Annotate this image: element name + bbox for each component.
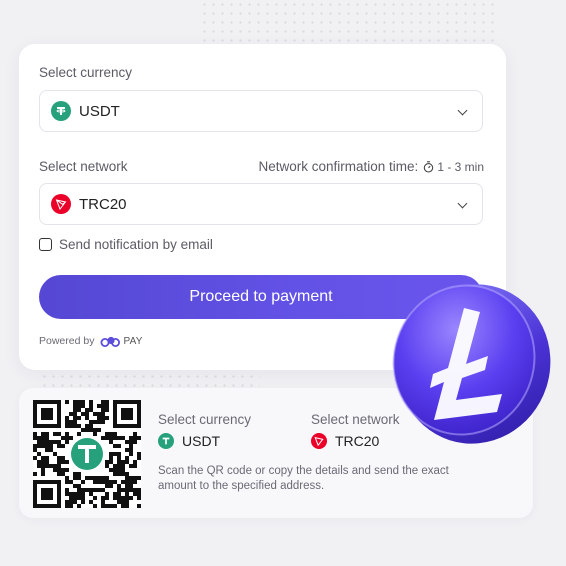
powered-by-label: Powered by bbox=[39, 335, 95, 347]
network-select[interactable]: TRC20 bbox=[39, 183, 483, 225]
cloud-logo-icon bbox=[100, 336, 121, 347]
notify-checkbox[interactable] bbox=[39, 238, 52, 251]
tron-icon bbox=[311, 433, 327, 449]
usdt-icon bbox=[51, 101, 71, 121]
pay-brand: PAY bbox=[123, 335, 143, 347]
litecoin-coin-icon bbox=[392, 284, 551, 444]
network-value: TRC20 bbox=[79, 195, 127, 213]
details-network-value: TRC20 bbox=[335, 433, 380, 449]
powered-by: Powered by PAY bbox=[39, 335, 143, 347]
chevron-down-icon bbox=[457, 198, 468, 209]
notify-label: Send notification by email bbox=[59, 237, 213, 252]
instructions-text: Scan the QR code or copy the details and… bbox=[158, 465, 449, 492]
confirmation-label: Network confirmation time: bbox=[258, 159, 419, 174]
dot-pattern bbox=[200, 0, 500, 50]
details-currency-label: Select currency bbox=[158, 412, 252, 427]
details-currency-value: USDT bbox=[182, 433, 221, 449]
tron-icon bbox=[51, 194, 71, 214]
notify-option[interactable]: Send notification by email bbox=[39, 237, 213, 252]
confirmation-time-value: 1 - 3 min bbox=[437, 159, 484, 174]
network-label: Select network bbox=[39, 159, 128, 174]
currency-label: Select currency bbox=[39, 65, 133, 80]
currency-select[interactable]: USDT bbox=[39, 90, 483, 132]
timer-icon bbox=[423, 160, 434, 173]
details-currency: USDT bbox=[158, 433, 220, 449]
details-network: TRC20 bbox=[311, 433, 379, 449]
qr-code bbox=[33, 400, 141, 508]
currency-value: USDT bbox=[79, 102, 120, 120]
confirmation-time: Network confirmation time: 1 - 3 min bbox=[259, 159, 485, 174]
usdt-icon bbox=[158, 433, 174, 449]
chevron-down-icon bbox=[457, 105, 468, 116]
